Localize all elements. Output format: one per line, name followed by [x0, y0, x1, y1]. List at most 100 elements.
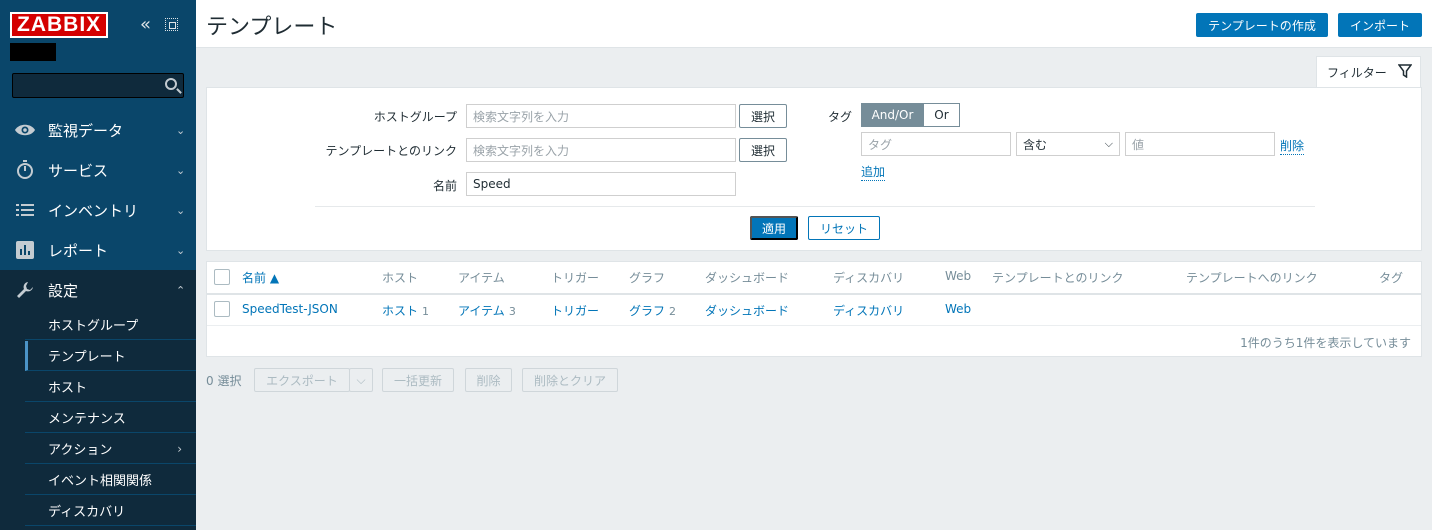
submenu-item-label: テンプレート	[48, 350, 126, 365]
tag-operator-value: 含む	[1023, 137, 1048, 152]
export-dropdown-button[interactable]: ⌵	[349, 368, 373, 392]
template-name-link[interactable]: SpeedTest-JSON	[242, 302, 338, 316]
selected-count: 0 選択	[206, 374, 242, 388]
row-divider	[207, 325, 1421, 326]
column-header-graphs: グラフ	[629, 271, 666, 285]
delete-button[interactable]: 削除	[465, 368, 512, 392]
configuration-submenu: ホストグループ テンプレート ホスト メンテナンス アクション › イベント相関関…	[0, 310, 196, 530]
page-header: テンプレート テンプレートの作成 インポート	[196, 0, 1432, 48]
paging-summary: 1件のうち1件を表示しています	[1240, 336, 1411, 350]
chevron-down-icon: ⌄	[176, 243, 186, 257]
column-header-linked-templates: テンプレートとのリンク	[992, 271, 1124, 285]
hosts-link[interactable]: ホスト 1	[382, 302, 429, 319]
name-label: 名前	[432, 179, 457, 193]
tag-andor-radio[interactable]: And/Or	[861, 103, 924, 127]
discovery-link[interactable]: ディスカバリ	[833, 302, 904, 319]
tag-remove-link[interactable]: 削除	[1280, 137, 1305, 155]
zabbix-logo[interactable]: ZABBIX	[10, 12, 109, 38]
hostgroup-input[interactable]: 検索文字列を入力	[466, 104, 736, 128]
delete-and-clear-button[interactable]: 削除とクリア	[522, 368, 618, 392]
menu-item-configuration[interactable]: 設定 ⌃	[0, 270, 196, 310]
kiosk-mode-icon[interactable]	[165, 18, 178, 31]
eye-icon	[14, 123, 36, 137]
column-header-linked-to-templates: テンプレートへのリンク	[1186, 271, 1318, 285]
chevron-up-icon: ⌃	[176, 283, 186, 297]
sidebar-search-input[interactable]	[12, 73, 184, 98]
tag-value-input[interactable]: 値	[1125, 132, 1275, 156]
submenu-item-label: ホスト	[48, 381, 88, 396]
hosts-count: 1	[422, 305, 430, 318]
page-title: テンプレート	[206, 15, 338, 40]
filter-tab-label: フィルター	[1327, 66, 1387, 80]
wrench-icon	[14, 280, 36, 300]
export-button[interactable]: エクスポート	[254, 368, 350, 392]
templates-table: 名前 ▲ ホスト アイテム トリガー グラフ ダッシュボード ディスカバリ We…	[206, 261, 1422, 357]
create-template-button[interactable]: テンプレートの作成	[1196, 13, 1328, 37]
linked-templates-select-button[interactable]: 選択	[739, 138, 787, 162]
menu-item-services[interactable]: サービス ⌄	[0, 150, 196, 190]
triggers-link[interactable]: トリガー	[551, 302, 599, 319]
select-all-checkbox[interactable]	[214, 269, 230, 285]
sidebar: ZABBIX « 監視データ ⌄ サービス ⌄ インベントリ ⌄ レポート ⌄	[0, 0, 196, 530]
graphs-link[interactable]: グラフ 2	[629, 302, 676, 319]
column-header-name[interactable]: 名前 ▲	[242, 269, 279, 286]
submenu-item-hosts[interactable]: ホスト	[25, 372, 196, 402]
submenu-item-label: ディスカバリ	[48, 505, 126, 520]
chevron-down-icon: ⌵	[1104, 137, 1113, 150]
menu-item-label: サービス	[48, 161, 109, 180]
mass-update-button[interactable]: 一括更新	[382, 368, 454, 392]
menu-item-label: 監視データ	[48, 121, 124, 140]
apply-button[interactable]: 適用	[750, 216, 798, 240]
menu-item-inventory[interactable]: インベントリ ⌄	[0, 190, 196, 230]
tag-label: タグ	[827, 110, 852, 124]
search-icon[interactable]	[165, 78, 177, 90]
column-header-web: Web	[945, 269, 972, 283]
tag-name-input[interactable]: タグ	[861, 132, 1011, 156]
hostgroup-select-button[interactable]: 選択	[739, 104, 787, 128]
submenu-item-host-groups[interactable]: ホストグループ	[25, 310, 196, 340]
submenu-item-actions[interactable]: アクション ›	[25, 434, 196, 464]
tag-add-link[interactable]: 追加	[861, 163, 886, 181]
linked-templates-input[interactable]: 検索文字列を入力	[466, 138, 736, 162]
tag-or-radio[interactable]: Or	[923, 103, 960, 127]
menu-item-reports[interactable]: レポート ⌄	[0, 230, 196, 270]
collapse-sidebar-icon[interactable]: «	[140, 16, 156, 34]
graphs-count: 2	[669, 305, 677, 318]
chevron-down-icon: ⌄	[176, 123, 186, 137]
name-input[interactable]: Speed	[466, 172, 736, 196]
items-link-label: アイテム	[458, 304, 505, 318]
bar-chart-icon	[14, 241, 36, 259]
redacted-user-block	[10, 43, 56, 61]
reset-button[interactable]: リセット	[808, 216, 880, 240]
hosts-link-label: ホスト	[382, 304, 419, 318]
menu-item-monitoring[interactable]: 監視データ ⌄	[0, 110, 196, 150]
list-icon	[14, 203, 36, 217]
items-link[interactable]: アイテム 3	[458, 302, 516, 319]
chevron-right-icon: ›	[177, 441, 182, 456]
column-header-discovery: ディスカバリ	[833, 271, 905, 285]
chevron-down-icon: ⌄	[176, 163, 186, 177]
dashboards-link[interactable]: ダッシュボード	[705, 302, 789, 319]
chevron-down-icon: ⌄	[176, 203, 186, 217]
filter-panel: ホストグループ 検索文字列を入力 選択 テンプレートとのリンク 検索文字列を入力…	[206, 87, 1422, 251]
row-checkbox[interactable]	[214, 301, 230, 317]
submenu-item-maintenance[interactable]: メンテナンス	[25, 403, 196, 433]
submenu-item-label: アクション	[48, 443, 113, 458]
submenu-item-label: メンテナンス	[48, 412, 126, 427]
import-button[interactable]: インポート	[1338, 13, 1422, 37]
column-header-hosts: ホスト	[382, 271, 419, 285]
web-link[interactable]: Web	[945, 302, 971, 316]
submenu-item-discovery[interactable]: ディスカバリ	[25, 496, 196, 526]
chevron-down-icon: ⌵	[356, 372, 366, 387]
submenu-item-templates[interactable]: テンプレート	[25, 341, 196, 371]
filter-divider	[315, 206, 1315, 207]
funnel-icon	[1398, 64, 1412, 78]
column-header-items: アイテム	[458, 271, 505, 285]
submenu-item-label: ホストグループ	[48, 319, 139, 334]
submenu-item-event-correlation[interactable]: イベント相関関係	[25, 465, 196, 495]
column-header-triggers: トリガー	[551, 271, 600, 285]
stopwatch-icon	[14, 160, 36, 180]
tag-operator-select[interactable]: 含む ⌵	[1016, 132, 1120, 156]
menu-item-label: インベントリ	[48, 201, 139, 220]
filter-tab[interactable]: フィルター	[1316, 56, 1421, 88]
